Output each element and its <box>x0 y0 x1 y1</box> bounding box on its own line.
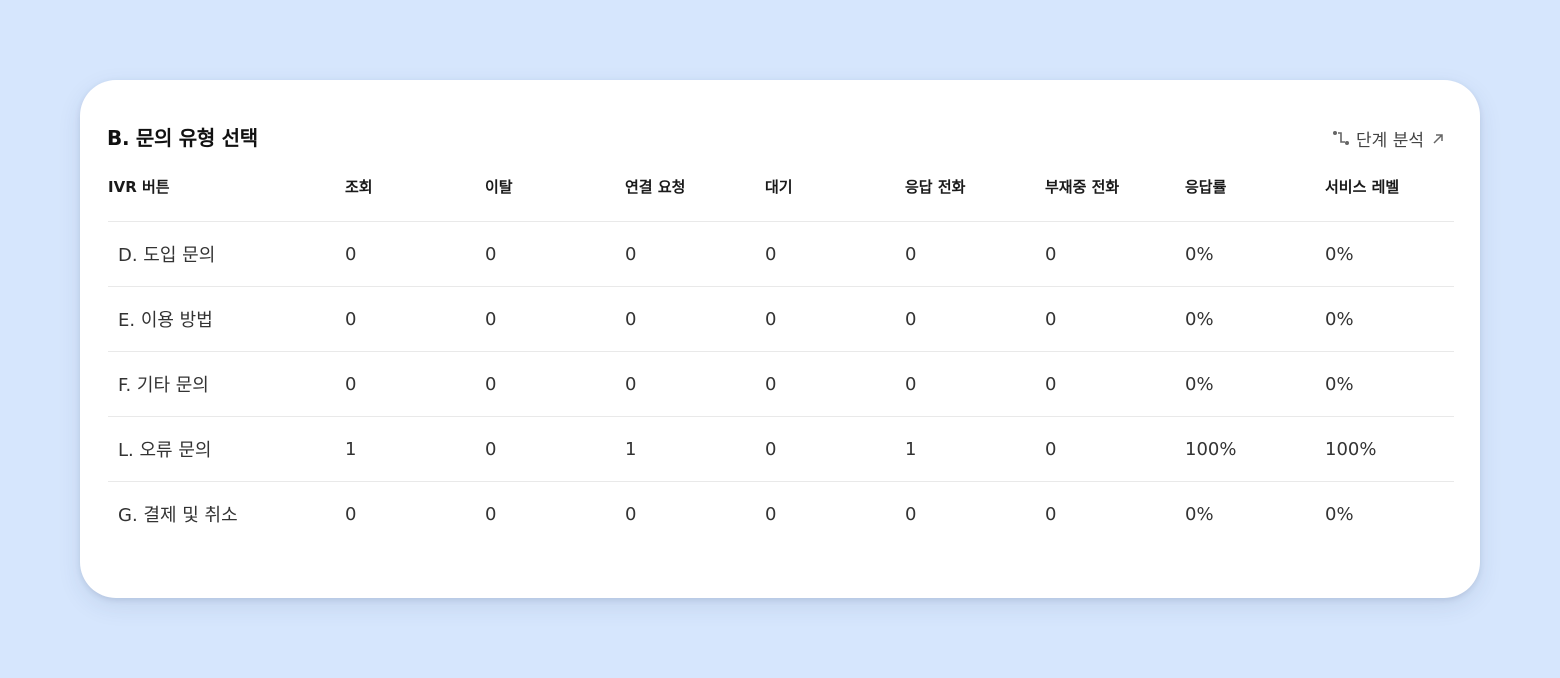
service-level-value: 100% <box>1325 438 1377 460</box>
answer-rate-value: 0% <box>1185 503 1214 525</box>
waiting-value: 0 <box>765 503 777 525</box>
column-header-answered: 응답 전화 <box>905 178 966 196</box>
missed-value: 0 <box>1045 373 1057 395</box>
abandon-value: 0 <box>485 243 497 265</box>
waiting-value: 0 <box>765 438 777 460</box>
card-title: B. 문의 유형 선택 <box>107 126 258 150</box>
answer-rate-value: 0% <box>1185 373 1214 395</box>
column-header-ivr-button: IVR 버튼 <box>108 178 170 196</box>
ivr-button-table: IVR 버튼 조회 이탈 연결 요청 대기 응답 전화 부재중 전화 응답률 서… <box>108 166 1454 546</box>
views-value: 1 <box>345 438 357 460</box>
column-header-abandon: 이탈 <box>485 178 513 196</box>
external-arrow-icon <box>1430 131 1446 147</box>
abandon-value: 0 <box>485 373 497 395</box>
ivr-button-name: F. 기타 문의 <box>118 375 209 396</box>
ivr-button-name: D. 도입 문의 <box>118 245 216 266</box>
ivr-button-name: L. 오류 문의 <box>118 440 212 461</box>
missed-value: 0 <box>1045 308 1057 330</box>
abandon-value: 0 <box>485 438 497 460</box>
ivr-stats-card: B. 문의 유형 선택 단계 분석 IVR 버튼 조회 이탈 연결 요청 대기 … <box>80 80 1480 598</box>
answer-rate-value: 0% <box>1185 243 1214 265</box>
missed-value: 0 <box>1045 243 1057 265</box>
service-level-value: 0% <box>1325 243 1354 265</box>
table-row: D. 도입 문의 0 0 0 0 0 0 0% 0% <box>108 222 1454 287</box>
answered-value: 0 <box>905 308 917 330</box>
answered-value: 1 <box>905 438 917 460</box>
table-header-row: IVR 버튼 조회 이탈 연결 요청 대기 응답 전화 부재중 전화 응답률 서… <box>108 166 1454 222</box>
connect-request-value: 0 <box>625 503 637 525</box>
table-row: G. 결제 및 취소 0 0 0 0 0 0 0% 0% <box>108 482 1454 546</box>
answered-value: 0 <box>905 503 917 525</box>
connect-request-value: 0 <box>625 308 637 330</box>
step-analysis-link[interactable]: 단계 분석 <box>1332 126 1446 151</box>
step-analysis-label: 단계 분석 <box>1356 131 1424 151</box>
service-level-value: 0% <box>1325 308 1354 330</box>
column-header-waiting: 대기 <box>765 178 793 196</box>
abandon-value: 0 <box>485 308 497 330</box>
answered-value: 0 <box>905 243 917 265</box>
missed-value: 0 <box>1045 503 1057 525</box>
service-level-value: 0% <box>1325 503 1354 525</box>
answered-value: 0 <box>905 373 917 395</box>
abandon-value: 0 <box>485 503 497 525</box>
connect-request-value: 1 <box>625 438 637 460</box>
ivr-button-name: E. 이용 방법 <box>118 310 213 331</box>
answer-rate-value: 100% <box>1185 438 1237 460</box>
step-branch-icon <box>1332 130 1350 148</box>
table-row: E. 이용 방법 0 0 0 0 0 0 0% 0% <box>108 287 1454 352</box>
waiting-value: 0 <box>765 373 777 395</box>
views-value: 0 <box>345 503 357 525</box>
missed-value: 0 <box>1045 438 1057 460</box>
views-value: 0 <box>345 308 357 330</box>
views-value: 0 <box>345 243 357 265</box>
column-header-missed: 부재중 전화 <box>1045 178 1120 196</box>
connect-request-value: 0 <box>625 243 637 265</box>
column-header-service-level: 서비스 레벨 <box>1325 178 1400 196</box>
column-header-answer-rate: 응답률 <box>1185 178 1227 196</box>
connect-request-value: 0 <box>625 373 637 395</box>
ivr-button-name: G. 결제 및 취소 <box>118 505 238 526</box>
table-row: F. 기타 문의 0 0 0 0 0 0 0% 0% <box>108 352 1454 417</box>
answer-rate-value: 0% <box>1185 308 1214 330</box>
column-header-connect-request: 연결 요청 <box>625 178 686 196</box>
service-level-value: 0% <box>1325 373 1354 395</box>
waiting-value: 0 <box>765 308 777 330</box>
table-row: L. 오류 문의 1 0 1 0 1 0 100% 100% <box>108 417 1454 482</box>
waiting-value: 0 <box>765 243 777 265</box>
views-value: 0 <box>345 373 357 395</box>
column-header-views: 조회 <box>345 178 373 196</box>
